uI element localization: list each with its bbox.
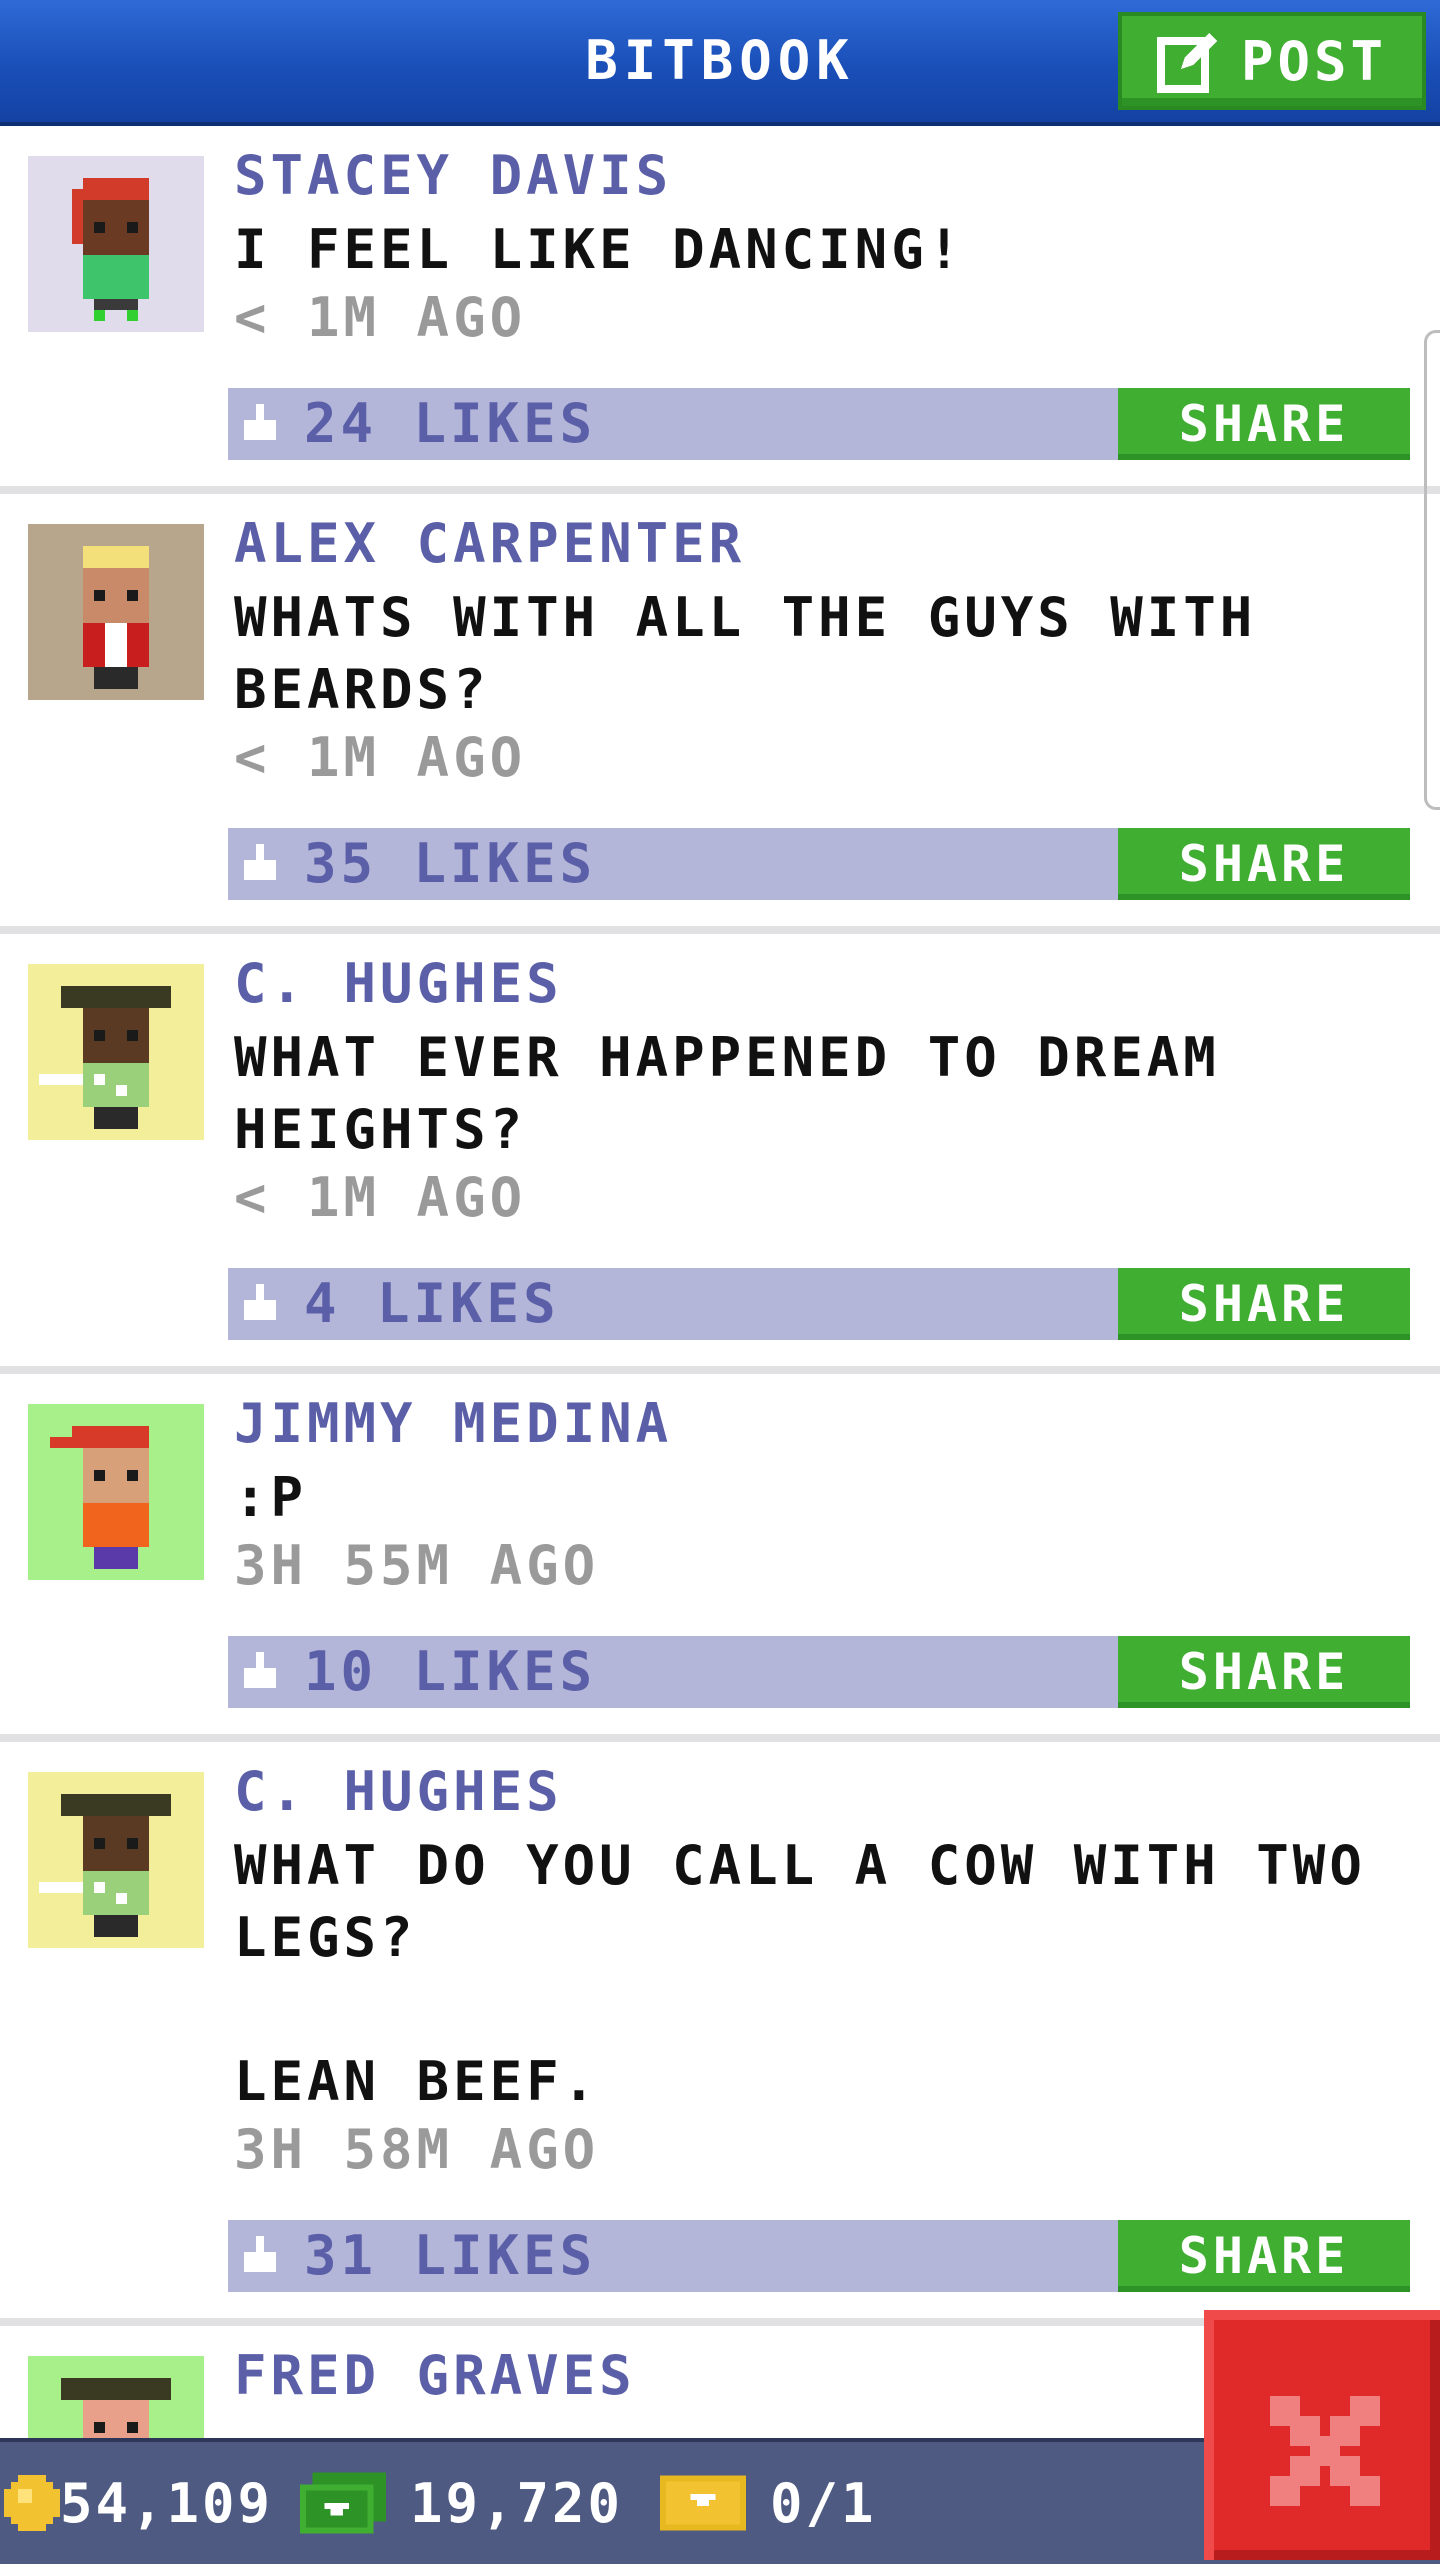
post-message: WHAT DO YOU CALL A COW WITH TWO LEGS? LE…	[234, 1834, 1366, 2113]
likes-bar: 24 LIKES SHARE	[228, 388, 1410, 460]
post-message: WHATS WITH ALL THE GUYS WITH BEARDS?	[234, 586, 1257, 721]
feed-post: ALEX CARPENTER WHATS WITH ALL THE GUYS W…	[0, 494, 1440, 934]
post-message: I FEEL LIKE DANCING!	[234, 218, 965, 281]
post-message: WHAT EVER HAPPENED TO DREAM HEIGHTS?	[234, 1026, 1220, 1161]
coins-stat: 54,109	[4, 2442, 273, 2564]
tickets-stat: 0/1	[660, 2442, 877, 2564]
bux-icon	[300, 2472, 386, 2534]
share-button[interactable]: SHARE	[1118, 828, 1410, 900]
likes-count: 24 LIKES	[304, 392, 597, 455]
post-author[interactable]: FRED GRAVES	[234, 2344, 636, 2407]
feed-post: JIMMY MEDINA :P 3H 55M AGO 10 LIKES SHAR…	[0, 1374, 1440, 1742]
thumbs-up-icon[interactable]	[240, 1652, 280, 1692]
post-timestamp: < 1M AGO	[234, 1166, 527, 1229]
likes-bar: 31 LIKES SHARE	[228, 2220, 1410, 2292]
post-timestamp: 3H 55M AGO	[234, 1534, 600, 1597]
share-button[interactable]: SHARE	[1118, 388, 1410, 460]
avatar[interactable]	[28, 524, 204, 700]
post-message: :P	[234, 1466, 308, 1529]
avatar[interactable]	[28, 1404, 204, 1580]
avatar[interactable]	[28, 964, 204, 1140]
scroll-indicator[interactable]	[1424, 330, 1440, 810]
feed-post: C. HUGHES WHAT DO YOU CALL A COW WITH TW…	[0, 1742, 1440, 2326]
likes-count: 10 LIKES	[304, 1640, 597, 1703]
likes-count: 4 LIKES	[304, 1272, 560, 1335]
tickets-value: 0/1	[770, 2471, 877, 2535]
post-timestamp: 3H 58M AGO	[234, 2118, 600, 2181]
post-author[interactable]: C. HUGHES	[234, 1760, 563, 1823]
likes-bar: 35 LIKES SHARE	[228, 828, 1410, 900]
share-button[interactable]: SHARE	[1118, 2220, 1410, 2292]
likes-bar: 10 LIKES SHARE	[228, 1636, 1410, 1708]
share-button[interactable]: SHARE	[1118, 1268, 1410, 1340]
avatar[interactable]	[28, 156, 204, 332]
close-button[interactable]	[1204, 2310, 1440, 2560]
feed-post: C. HUGHES WHAT EVER HAPPENED TO DREAM HE…	[0, 934, 1440, 1374]
post-author[interactable]: JIMMY MEDINA	[234, 1392, 672, 1455]
header-bar: BITBOOK POST	[0, 0, 1440, 126]
avatar[interactable]	[28, 1772, 204, 1948]
thumbs-up-icon[interactable]	[240, 2236, 280, 2276]
close-icon	[1270, 2396, 1380, 2506]
post-timestamp: < 1M AGO	[234, 286, 527, 349]
feed-post: STACEY DAVIS I FEEL LIKE DANCING! < 1M A…	[0, 126, 1440, 494]
coins-value: 54,109	[60, 2471, 274, 2535]
thumbs-up-icon[interactable]	[240, 844, 280, 884]
bux-value: 19,720	[410, 2471, 624, 2535]
likes-count: 31 LIKES	[304, 2224, 597, 2287]
thumbs-up-icon[interactable]	[240, 404, 280, 444]
likes-count: 35 LIKES	[304, 832, 597, 895]
coin-icon	[4, 2475, 60, 2531]
post-author[interactable]: STACEY DAVIS	[234, 144, 672, 207]
bux-stat: 19,720	[300, 2442, 623, 2564]
post-button[interactable]: POST	[1118, 12, 1426, 110]
ticket-icon	[660, 2475, 746, 2531]
post-author[interactable]: C. HUGHES	[234, 952, 563, 1015]
post-author[interactable]: ALEX CARPENTER	[234, 512, 745, 575]
thumbs-up-icon[interactable]	[240, 1284, 280, 1324]
share-button[interactable]: SHARE	[1118, 1636, 1410, 1708]
post-timestamp: < 1M AGO	[234, 726, 527, 789]
edit-icon	[1156, 29, 1221, 93]
post-button-label: POST	[1240, 29, 1388, 93]
likes-bar: 4 LIKES SHARE	[228, 1268, 1410, 1340]
